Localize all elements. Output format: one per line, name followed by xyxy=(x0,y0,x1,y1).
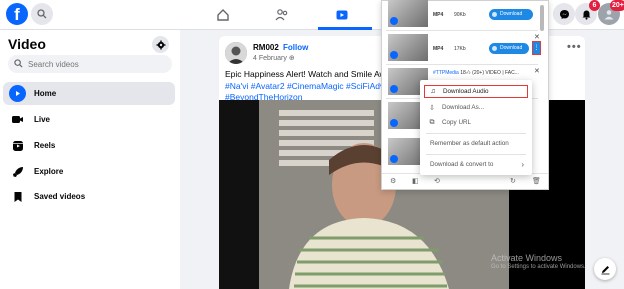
sidebar-title: Video xyxy=(8,36,46,52)
nav-tab-home[interactable] xyxy=(203,3,243,27)
gear-icon xyxy=(156,40,165,49)
refresh-icon[interactable]: ↻ xyxy=(510,177,516,185)
menu-item-label: Download As... xyxy=(442,104,485,111)
live-video-icon xyxy=(9,111,26,128)
compose-button[interactable] xyxy=(594,258,616,280)
facebook-mini-icon xyxy=(390,85,398,93)
trash-icon[interactable]: 🗑 xyxy=(532,177,541,185)
video-thumbnail xyxy=(388,0,428,27)
menu-item-download-convert[interactable]: Download & convert to › xyxy=(424,158,528,171)
sidebar-item-label: Home xyxy=(34,89,57,98)
account-badge: 20+ xyxy=(610,0,624,11)
download-button-label: Download xyxy=(500,45,523,51)
facebook-mini-icon xyxy=(390,51,398,59)
copy-icon: ⧉ xyxy=(429,118,435,126)
download-icon xyxy=(492,12,497,17)
home-icon xyxy=(217,9,229,21)
video-title: #TTPMedia 18·⁄♪ (20+) VIDEO | FAC... xyxy=(433,70,519,76)
author-avatar[interactable] xyxy=(225,42,247,64)
search-button[interactable] xyxy=(31,3,53,25)
video-source: #TTPMedia xyxy=(433,70,459,76)
menu-item-label: Copy URL xyxy=(442,119,472,126)
video-sidebar: Video Home Live Reels Explore Saved vide xyxy=(0,30,180,289)
rocket-icon xyxy=(9,163,26,180)
chevron-right-icon: › xyxy=(521,160,524,169)
video-size: 17Kb xyxy=(454,46,466,52)
messenger-icon xyxy=(559,9,569,19)
activate-windows-watermark: Activate Windows Go to Settings to activ… xyxy=(491,253,586,270)
video-list-item: ✕ MP4 17Kb Download ⋮ xyxy=(386,31,541,65)
sidebar-item-label: Explore xyxy=(34,167,64,176)
sidebar-toggle-icon[interactable]: ◧ xyxy=(412,177,419,185)
nav-tab-video[interactable] xyxy=(322,3,362,27)
menu-item-label: Download Audio xyxy=(443,88,489,95)
friends-icon xyxy=(275,9,288,21)
watermark-title: Activate Windows xyxy=(491,253,563,263)
bell-icon xyxy=(582,10,590,20)
close-icon[interactable]: ✕ xyxy=(534,67,540,75)
sidebar-item-label: Live xyxy=(34,115,51,124)
menu-item-remember-default[interactable]: Remember as default action xyxy=(424,137,528,150)
messenger-button[interactable] xyxy=(553,3,575,25)
video-size: 90Kb xyxy=(454,12,466,18)
video-format: MP4 xyxy=(433,12,444,18)
download-button[interactable]: Download xyxy=(489,9,533,20)
post-date-text: 4 February xyxy=(253,55,287,62)
download-options-menu: ♫ Download Audio ⇩ Download As... ⧉ Copy… xyxy=(420,80,532,175)
settings-button[interactable] xyxy=(152,36,169,53)
search-icon xyxy=(14,59,23,68)
edit-icon xyxy=(601,265,609,274)
globe-icon: ⊕ xyxy=(288,55,295,62)
facebook-mini-icon xyxy=(390,119,398,127)
sidebar-item-explore[interactable]: Explore xyxy=(3,160,175,183)
post-author[interactable]: RM002 xyxy=(253,43,279,52)
more-options-button[interactable]: ⋮ xyxy=(532,41,541,55)
menu-divider xyxy=(426,154,526,155)
settings-icon[interactable]: ⚙ xyxy=(390,177,396,185)
bookmark-icon xyxy=(9,188,26,205)
menu-item-download-audio[interactable]: ♫ Download Audio xyxy=(424,85,528,98)
download-button[interactable]: Download xyxy=(489,43,529,54)
watermark-subtitle: Go to Settings to activate Windows. xyxy=(491,264,586,270)
menu-item-copy-url[interactable]: ⧉ Copy URL xyxy=(424,116,528,129)
play-circle-icon xyxy=(9,85,26,102)
video-format: MP4 xyxy=(433,46,444,52)
download-button-label: Download xyxy=(500,11,523,17)
popup-footer-toolbar: ⚙ ◧ ⟲ ↻ 🗑 xyxy=(382,173,548,189)
video-list-item: MP4 90Kb Download xyxy=(386,0,538,31)
menu-item-download-as[interactable]: ⇩ Download As... xyxy=(424,101,528,114)
video-title-text: 18·⁄♪ (20+) VIDEO | FAC... xyxy=(460,70,519,76)
video-thumbnail xyxy=(388,34,428,61)
sidebar-item-label: Saved videos xyxy=(34,192,86,201)
download-icon xyxy=(492,46,497,51)
popup-scrollbar[interactable] xyxy=(540,5,544,31)
facebook-mini-icon xyxy=(390,17,398,25)
reels-icon xyxy=(9,137,26,154)
sidebar-item-label: Reels xyxy=(34,141,56,150)
sidebar-item-saved-videos[interactable]: Saved videos xyxy=(3,185,175,208)
video-tab-icon xyxy=(336,10,348,20)
search-icon xyxy=(37,9,47,19)
sidebar-item-reels[interactable]: Reels xyxy=(3,134,175,157)
history-icon[interactable]: ⟲ xyxy=(434,177,440,185)
active-tab-indicator xyxy=(318,27,372,30)
follow-link[interactable]: Follow xyxy=(283,43,308,52)
facebook-logo[interactable]: f xyxy=(6,3,28,25)
post-more-options-button[interactable]: ••• xyxy=(567,41,582,53)
nav-tab-friends[interactable] xyxy=(262,3,302,27)
menu-item-label: Download & convert to xyxy=(430,161,494,168)
music-note-icon: ♫ xyxy=(430,88,436,95)
download-icon: ⇩ xyxy=(429,104,435,112)
video-search-box[interactable] xyxy=(8,55,172,73)
facebook-mini-icon xyxy=(390,155,398,163)
sidebar-item-home[interactable]: Home xyxy=(3,82,175,105)
menu-divider xyxy=(426,133,526,134)
post-date[interactable]: 4 February ⊕ xyxy=(253,54,295,62)
sidebar-item-live[interactable]: Live xyxy=(3,108,175,131)
menu-item-label: Remember as default action xyxy=(430,140,509,147)
close-icon[interactable]: ✕ xyxy=(534,33,540,41)
search-videos-input[interactable] xyxy=(28,57,168,71)
